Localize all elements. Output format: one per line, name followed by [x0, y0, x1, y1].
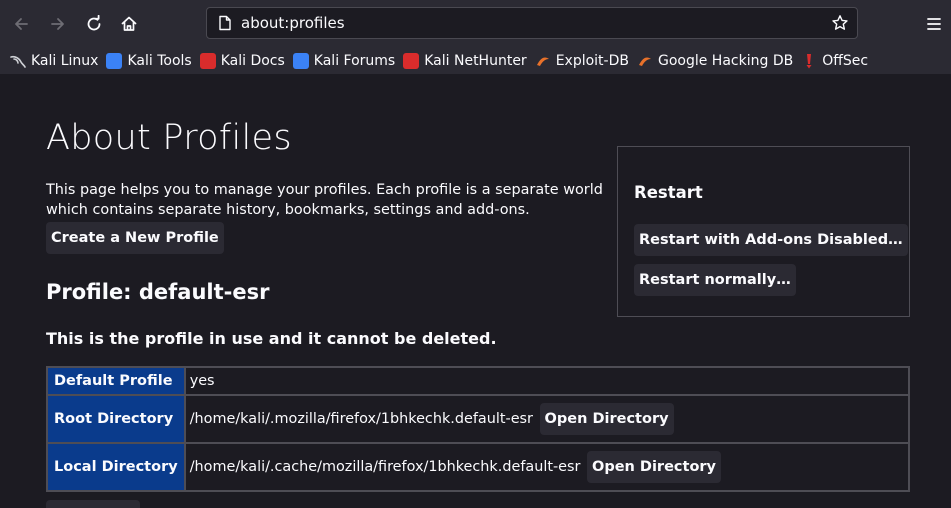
forward-button[interactable] — [42, 8, 74, 40]
table-row: Default Profile yes — [46, 366, 911, 396]
back-arrow-icon — [15, 18, 28, 30]
bookmarks-toolbar: Kali Linux Kali Tools Kali Docs Kali For… — [0, 48, 951, 74]
bookmark-kali-tools[interactable]: Kali Tools — [106, 50, 192, 72]
table-row: Local Directory /home/kali/.cache/mozill… — [46, 442, 911, 492]
page-content: About Profiles This page helps you to ma… — [0, 74, 951, 508]
bookmark-label: Kali Docs — [220, 53, 285, 69]
open-root-directory-button[interactable]: Open Directory — [539, 403, 674, 435]
reload-button[interactable] — [78, 8, 110, 40]
restart-title: Restart — [634, 183, 703, 202]
kali-dragon-icon — [10, 53, 26, 69]
kali-tools-icon — [106, 53, 123, 69]
address-bar[interactable]: about:profiles — [206, 7, 858, 39]
bookmark-kali-linux[interactable]: Kali Linux — [10, 50, 98, 72]
page-icon — [219, 15, 231, 31]
kali-docs-icon — [199, 53, 216, 69]
bookmark-offsec[interactable]: OffSec — [801, 50, 868, 72]
browser-toolbar: about:profiles — [0, 0, 951, 48]
page-title: About Profiles — [46, 118, 292, 158]
bookmark-star-icon[interactable] — [831, 14, 849, 32]
bookmark-label: OffSec — [822, 53, 869, 69]
bookmark-label: Kali Forums — [313, 53, 396, 69]
local-directory-cell: /home/kali/.cache/mozilla/firefox/1bhkec… — [183, 442, 911, 492]
bookmark-kali-nethunter[interactable]: Kali NetHunter — [403, 50, 527, 72]
back-button[interactable] — [5, 8, 37, 40]
hamburger-menu-icon[interactable] — [921, 10, 947, 38]
forward-arrow-icon — [51, 18, 64, 30]
create-profile-button[interactable]: Create a New Profile — [46, 222, 224, 254]
bookmark-label: Exploit-DB — [555, 53, 629, 69]
root-directory-label: Root Directory — [46, 394, 186, 444]
open-local-directory-button[interactable]: Open Directory — [587, 451, 722, 483]
bookmark-label: Kali NetHunter — [424, 53, 527, 69]
local-directory-path: /home/kali/.cache/mozilla/firefox/1bhkec… — [189, 459, 581, 475]
default-profile-value: yes — [183, 366, 911, 396]
profile-heading: Profile: default-esr — [46, 280, 270, 304]
url-text: about:profiles — [241, 14, 345, 32]
restart-normally-button[interactable]: Restart normally… — [634, 264, 796, 296]
home-icon — [121, 16, 137, 31]
intro-text: This page helps you to manage your profi… — [46, 182, 603, 218]
kali-nethunter-icon — [403, 53, 420, 69]
table-row: Root Directory /home/kali/.mozilla/firef… — [46, 394, 911, 444]
root-directory-cell: /home/kali/.mozilla/firefox/1bhkechk.def… — [183, 394, 911, 444]
bookmark-label: Kali Linux — [31, 53, 99, 69]
restart-addons-disabled-button[interactable]: Restart with Add-ons Disabled… — [634, 224, 908, 256]
next-button-partial[interactable] — [46, 500, 140, 508]
in-use-note: This is the profile in use and it cannot… — [46, 329, 497, 348]
kali-forums-icon — [292, 53, 309, 69]
restart-panel: Restart Restart with Add-ons Disabled… R… — [617, 146, 910, 317]
google-hacking-db-icon — [637, 53, 653, 69]
bookmark-google-hacking-db[interactable]: Google Hacking DB — [637, 50, 793, 72]
reload-icon — [87, 15, 101, 31]
home-button[interactable] — [113, 8, 145, 40]
bookmark-label: Kali Tools — [127, 53, 192, 69]
bookmark-kali-forums[interactable]: Kali Forums — [292, 50, 396, 72]
bookmark-label: Google Hacking DB — [657, 53, 794, 69]
exploit-db-icon — [535, 53, 551, 69]
bookmark-kali-docs[interactable]: Kali Docs — [199, 50, 285, 72]
profile-table: Default Profile yes Root Directory /home… — [46, 366, 911, 492]
local-directory-label: Local Directory — [46, 442, 186, 492]
default-profile-label: Default Profile — [46, 366, 186, 396]
root-directory-path: /home/kali/.mozilla/firefox/1bhkechk.def… — [189, 411, 533, 427]
bookmark-exploit-db[interactable]: Exploit-DB — [535, 50, 629, 72]
offsec-icon — [801, 53, 817, 69]
